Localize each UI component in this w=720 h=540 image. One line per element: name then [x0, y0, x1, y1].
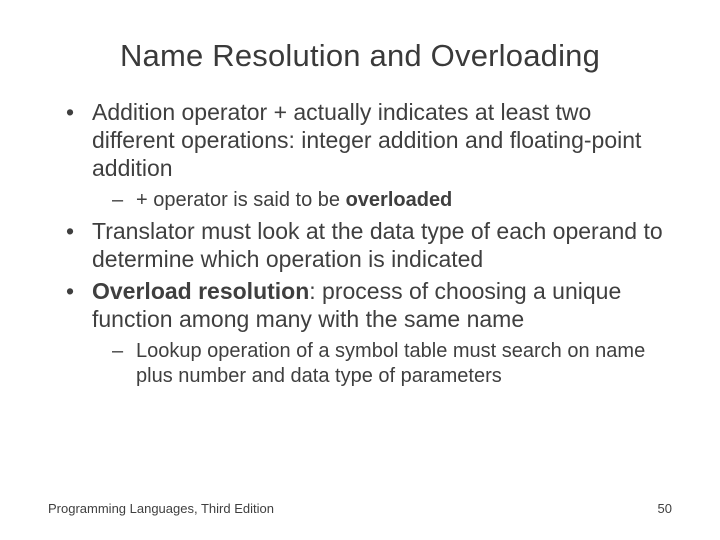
bullet-bold: Overload resolution: [92, 278, 309, 304]
slide-title: Name Resolution and Overloading: [48, 38, 672, 74]
bullet-list: Addition operator + actually indicates a…: [48, 98, 672, 389]
bullet-text: Addition operator + actually indicates a…: [92, 99, 641, 181]
slide-footer: Programming Languages, Third Edition 50: [48, 501, 672, 516]
page-number: 50: [658, 501, 672, 516]
sub-bullet-text: + operator is said to be: [136, 189, 346, 211]
sub-bullet-item: Lookup operation of a symbol table must …: [118, 339, 672, 389]
bullet-item: Translator must look at the data type of…: [72, 217, 672, 273]
bullet-item: Addition operator + actually indicates a…: [72, 98, 672, 213]
sub-bullet-list: + operator is said to be overloaded: [92, 188, 672, 213]
sub-bullet-list: Lookup operation of a symbol table must …: [92, 339, 672, 389]
bullet-item: Overload resolution: process of choosing…: [72, 277, 672, 389]
bullet-text: Translator must look at the data type of…: [92, 218, 663, 272]
sub-bullet-item: + operator is said to be overloaded: [118, 188, 672, 213]
sub-bullet-bold: overloaded: [346, 189, 453, 211]
sub-bullet-text: Lookup operation of a symbol table must …: [136, 340, 645, 387]
footer-left: Programming Languages, Third Edition: [48, 501, 274, 516]
slide: Name Resolution and Overloading Addition…: [0, 0, 720, 540]
